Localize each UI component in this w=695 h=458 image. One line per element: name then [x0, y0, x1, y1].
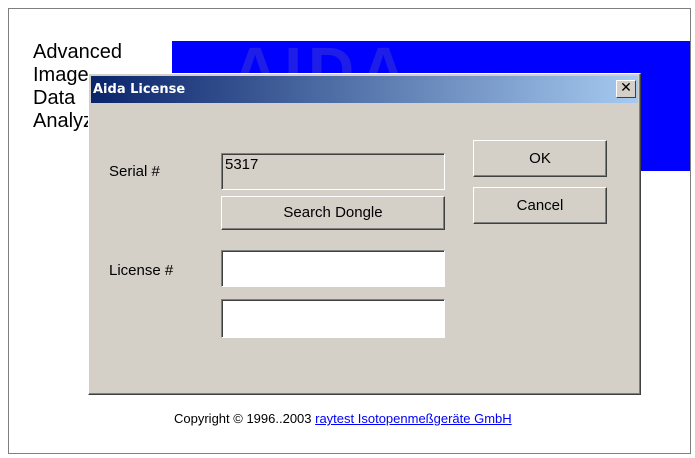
- copyright-text: Copyright © 1996..2003: [174, 411, 316, 426]
- copyright: Copyright © 1996..2003 raytest Isotopenm…: [174, 411, 512, 426]
- search-dongle-button[interactable]: Search Dongle: [221, 196, 445, 230]
- close-icon: ✕: [620, 80, 632, 96]
- dialog-titlebar[interactable]: Aida License ✕: [91, 76, 638, 103]
- license-field-1[interactable]: [221, 250, 445, 287]
- serial-field: 5317: [221, 153, 445, 190]
- license-label: License #: [109, 262, 174, 279]
- company-link[interactable]: raytest Isotopenmeßgeräte GmbH: [315, 411, 512, 426]
- ok-button[interactable]: OK: [473, 140, 607, 177]
- cancel-button[interactable]: Cancel: [473, 187, 607, 224]
- license-dialog: Aida License ✕ Serial # 5317 Search Dong…: [88, 73, 641, 395]
- license-field-2[interactable]: [221, 299, 445, 338]
- dialog-title: Aida License: [93, 82, 186, 97]
- close-button[interactable]: ✕: [616, 80, 636, 98]
- serial-label: Serial #: [109, 163, 160, 180]
